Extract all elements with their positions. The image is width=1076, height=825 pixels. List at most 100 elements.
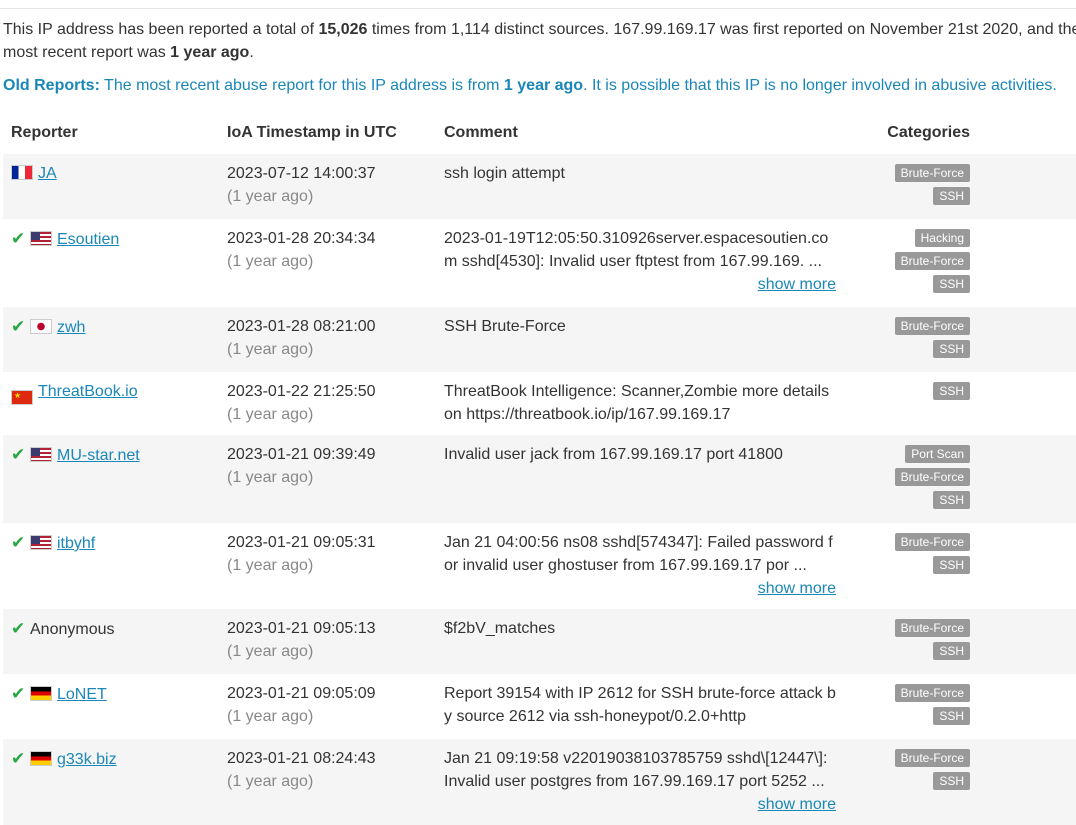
report-timestamp: 2023-01-21 09:05:13 <box>227 620 376 637</box>
us-flag-icon <box>30 231 52 246</box>
table-row: ✔ g33k.biz 2023-01-21 08:24:43 (1 year ago)… <box>3 739 1076 825</box>
timestamp-cell: 2023-01-21 09:05:31 (1 year ago) <box>219 523 436 609</box>
category-badge: Brute-Force <box>894 252 970 270</box>
col-reporter: Reporter <box>11 124 78 141</box>
table-row: JA 2023-07-12 14:00:37 (1 year ago) ssh log… <box>3 154 1076 219</box>
categories-cell: Hacking Brute-Force SSH <box>860 219 1076 307</box>
timestamp-cell: 2023-01-21 09:39:49 (1 year ago) <box>219 435 436 523</box>
comment-cell: Report 39154 with IP 2612 for SSH brute-… <box>436 674 860 739</box>
reporter-link[interactable]: zwh <box>57 319 85 336</box>
category-badge: SSH <box>933 275 970 293</box>
timestamp-cell: 2023-01-28 20:34:34 (1 year ago) <box>219 219 436 307</box>
verified-check-icon: ✔ <box>11 684 26 703</box>
reporter-cell: JA <box>3 154 219 219</box>
notice-recent: 1 year ago <box>503 77 584 94</box>
category-badge: SSH <box>933 382 970 400</box>
fr-flag-icon <box>11 165 33 180</box>
reporter-link[interactable]: ThreatBook.io <box>38 383 138 400</box>
comment-cell: SSH Brute-Force <box>436 307 860 372</box>
reporter-cell: ✔ zwh <box>3 307 219 372</box>
report-timestamp: 2023-01-21 09:05:31 <box>227 534 376 551</box>
reporter-link[interactable]: Esoutien <box>57 231 119 248</box>
timestamp-cell: 2023-01-28 08:21:00 (1 year ago) <box>219 307 436 372</box>
de-flag-icon <box>30 751 52 766</box>
reporter-cell: ✔ g33k.biz <box>3 739 219 825</box>
reporter-cell: ✔ LoNET <box>3 674 219 739</box>
comment-cell: Jan 21 04:00:56 ns08 sshd[574347]: Faile… <box>436 523 860 609</box>
reporter-cell: ✔ itbyhf <box>3 523 219 609</box>
report-timestamp: 2023-01-21 08:24:43 <box>227 750 376 767</box>
show-more-link[interactable]: show more <box>444 577 836 600</box>
report-comment: SSH Brute-Force <box>444 318 566 335</box>
show-more-link[interactable]: show more <box>444 273 836 296</box>
verified-check-icon: ✔ <box>11 533 26 552</box>
categories-cell: Port Scan Brute-Force SSH <box>860 435 1076 523</box>
report-comment: ThreatBook Intelligence: Scanner,Zombie … <box>444 383 830 423</box>
summary-text: most recent report was <box>3 44 171 61</box>
show-more-link[interactable]: show more <box>444 793 836 816</box>
categories-cell: Brute-Force SSH <box>860 609 1076 674</box>
reporter-link[interactable]: g33k.biz <box>57 751 117 768</box>
report-age: (1 year ago) <box>227 253 314 270</box>
notice-text: . It is possible that this IP is no long… <box>583 77 1057 94</box>
categories-cell: Brute-Force SSH <box>860 154 1076 219</box>
verified-check-icon: ✔ <box>11 619 26 638</box>
verified-check-icon: ✔ <box>11 445 26 464</box>
us-flag-icon <box>30 535 52 550</box>
reporter-link[interactable]: JA <box>38 165 57 182</box>
reporter-link[interactable]: MU-star.net <box>57 447 140 464</box>
report-age: (1 year ago) <box>227 708 314 725</box>
reporter-link[interactable]: itbyhf <box>57 535 95 552</box>
timestamp-cell: 2023-01-21 09:05:09 (1 year ago) <box>219 674 436 739</box>
de-flag-icon <box>30 686 52 701</box>
category-badge: Port Scan <box>905 445 970 463</box>
report-age: (1 year ago) <box>227 341 314 358</box>
category-badge: Brute-Force <box>894 749 970 767</box>
report-comment: Jan 21 04:00:56 ns08 sshd[574347]: Faile… <box>444 534 833 574</box>
report-summary: This IP address has been reported a tota… <box>3 18 1076 64</box>
category-badge: Brute-Force <box>894 533 970 551</box>
report-comment: ssh login attempt <box>444 165 565 182</box>
summary-text: . <box>249 44 254 61</box>
comment-cell: $f2bV_matches <box>436 609 860 674</box>
category-badge: Brute-Force <box>894 619 970 637</box>
category-badge: Brute-Force <box>894 164 970 182</box>
reporter-link[interactable]: LoNET <box>57 686 107 703</box>
verified-check-icon: ✔ <box>11 749 26 768</box>
category-badge: Brute-Force <box>894 468 970 486</box>
table-row: ✔ MU-star.net 2023-01-21 09:39:49 (1 year a… <box>3 435 1076 523</box>
report-age: (1 year ago) <box>227 557 314 574</box>
report-comment: Jan 21 09:19:58 v22019038103785759 sshd\… <box>444 750 828 790</box>
category-badge: Brute-Force <box>894 684 970 702</box>
table-row: ✔ Esoutien 2023-01-28 20:34:34 (1 year ago)… <box>3 219 1076 307</box>
jp-flag-icon <box>30 319 52 334</box>
report-age: (1 year ago) <box>227 469 314 486</box>
notice-text: The most recent abuse report for this IP… <box>99 77 504 94</box>
comment-cell: ThreatBook Intelligence: Scanner,Zombie … <box>436 372 860 435</box>
report-timestamp: 2023-01-21 09:39:49 <box>227 446 376 463</box>
category-badge: SSH <box>933 707 970 725</box>
category-badge: SSH <box>933 556 970 574</box>
reporter-name: Anonymous <box>30 621 115 638</box>
comment-cell: 2023-01-19T12:05:50.310926server.espaces… <box>436 219 860 307</box>
report-comment: $f2bV_matches <box>444 620 556 637</box>
verified-check-icon: ✔ <box>11 317 26 336</box>
us-flag-icon <box>30 447 52 462</box>
comment-cell: Jan 21 09:19:58 v22019038103785759 sshd\… <box>436 739 860 825</box>
report-comment: 2023-01-19T12:05:50.310926server.espaces… <box>444 230 829 270</box>
category-badge: SSH <box>933 491 970 509</box>
categories-cell: Brute-Force SSH <box>860 523 1076 609</box>
col-categories: Categories <box>887 124 970 141</box>
summary-text: This IP address has been reported a tota… <box>3 21 319 38</box>
category-badge: SSH <box>933 642 970 660</box>
report-comment: Invalid user jack from 167.99.169.17 por… <box>444 446 783 463</box>
reporter-cell: ✔ Esoutien <box>3 219 219 307</box>
cn-flag-icon: ★ <box>11 390 33 405</box>
report-timestamp: 2023-01-28 08:21:00 <box>227 318 376 335</box>
report-comment: Report 39154 with IP 2612 for SSH brute-… <box>444 685 836 725</box>
timestamp-cell: 2023-01-21 09:05:13 (1 year ago) <box>219 609 436 674</box>
timestamp-cell: 2023-01-22 21:25:50 (1 year ago) <box>219 372 436 435</box>
category-badge: SSH <box>933 772 970 790</box>
categories-cell: Brute-Force SSH <box>860 307 1076 372</box>
report-age: (1 year ago) <box>227 773 314 790</box>
